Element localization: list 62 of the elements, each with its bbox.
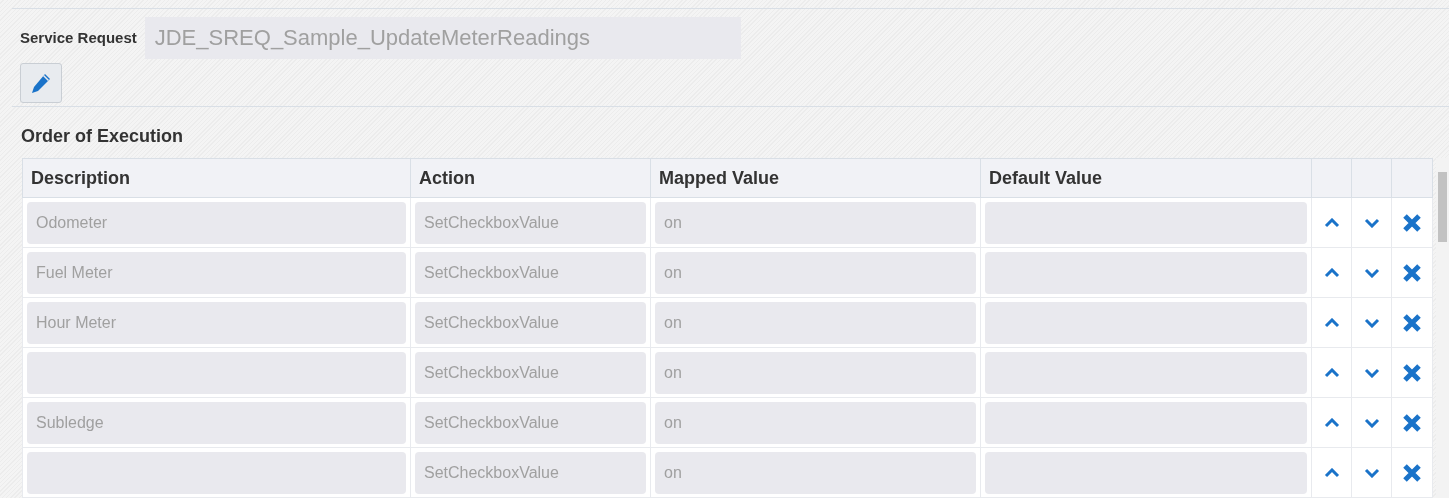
table-field[interactable]: Subledge <box>27 401 406 444</box>
table-field[interactable]: Odometer <box>27 201 406 244</box>
delete-button[interactable] <box>1402 263 1422 284</box>
table-field[interactable]: SetCheckboxValue <box>415 401 646 444</box>
table-field[interactable]: on <box>655 451 976 494</box>
table-field[interactable]: on <box>655 251 976 294</box>
delete-button[interactable] <box>1402 213 1422 234</box>
close-icon <box>1402 413 1422 434</box>
down-chevron-icon <box>1363 268 1380 279</box>
column-header: Mapped Value <box>650 158 981 198</box>
table-field[interactable]: Fuel Meter <box>27 251 406 294</box>
up-chevron-icon <box>1323 218 1340 229</box>
move-down-button[interactable] <box>1363 318 1380 329</box>
move-down-button[interactable] <box>1363 468 1380 479</box>
close-icon <box>1402 463 1422 484</box>
close-icon <box>1402 263 1422 284</box>
table-field[interactable]: SetCheckboxValue <box>415 301 646 344</box>
delete-button[interactable] <box>1402 413 1422 434</box>
move-up-button[interactable] <box>1323 218 1340 229</box>
table-field[interactable]: Hour Meter <box>27 301 406 344</box>
up-chevron-icon <box>1323 468 1340 479</box>
table-field[interactable]: SetCheckboxValue <box>415 451 646 494</box>
move-up-button[interactable] <box>1323 418 1340 429</box>
table-field[interactable]: SetCheckboxValue <box>415 351 646 394</box>
up-chevron-icon <box>1323 318 1340 329</box>
delete-button[interactable] <box>1402 363 1422 384</box>
move-down-button[interactable] <box>1363 268 1380 279</box>
column-header: Action <box>410 158 651 198</box>
table-field[interactable]: on <box>655 401 976 444</box>
down-chevron-icon <box>1363 368 1380 379</box>
delete-button[interactable] <box>1402 463 1422 484</box>
table-field[interactable]: on <box>655 351 976 394</box>
up-chevron-icon <box>1323 268 1340 279</box>
close-icon <box>1402 213 1422 234</box>
pencil-icon <box>30 72 52 94</box>
column-header: Default Value <box>980 158 1312 198</box>
edit-button[interactable] <box>20 63 62 103</box>
table-field[interactable]: on <box>655 301 976 344</box>
column-header: Description <box>22 158 411 198</box>
down-chevron-icon <box>1363 468 1380 479</box>
move-up-button[interactable] <box>1323 468 1340 479</box>
close-icon <box>1402 313 1422 334</box>
delete-button[interactable] <box>1402 313 1422 334</box>
service-request-field[interactable]: JDE_SREQ_Sample_UpdateMeterReadings <box>144 17 741 59</box>
move-down-button[interactable] <box>1363 418 1380 429</box>
close-icon <box>1402 363 1422 384</box>
move-up-button[interactable] <box>1323 268 1340 279</box>
down-chevron-icon <box>1363 418 1380 429</box>
move-down-button[interactable] <box>1363 368 1380 379</box>
table-field[interactable]: SetCheckboxValue <box>415 251 646 294</box>
up-chevron-icon <box>1323 368 1340 379</box>
table-field[interactable]: SetCheckboxValue <box>415 201 646 244</box>
down-chevron-icon <box>1363 218 1380 229</box>
move-down-button[interactable] <box>1363 218 1380 229</box>
move-up-button[interactable] <box>1323 368 1340 379</box>
section-title: Order of Execution <box>21 125 185 148</box>
scrollbar[interactable] <box>1436 158 1449 498</box>
table-field[interactable]: on <box>655 201 976 244</box>
move-up-button[interactable] <box>1323 318 1340 329</box>
down-chevron-icon <box>1363 318 1380 329</box>
up-chevron-icon <box>1323 418 1340 429</box>
field-label: Service Request <box>20 27 137 48</box>
